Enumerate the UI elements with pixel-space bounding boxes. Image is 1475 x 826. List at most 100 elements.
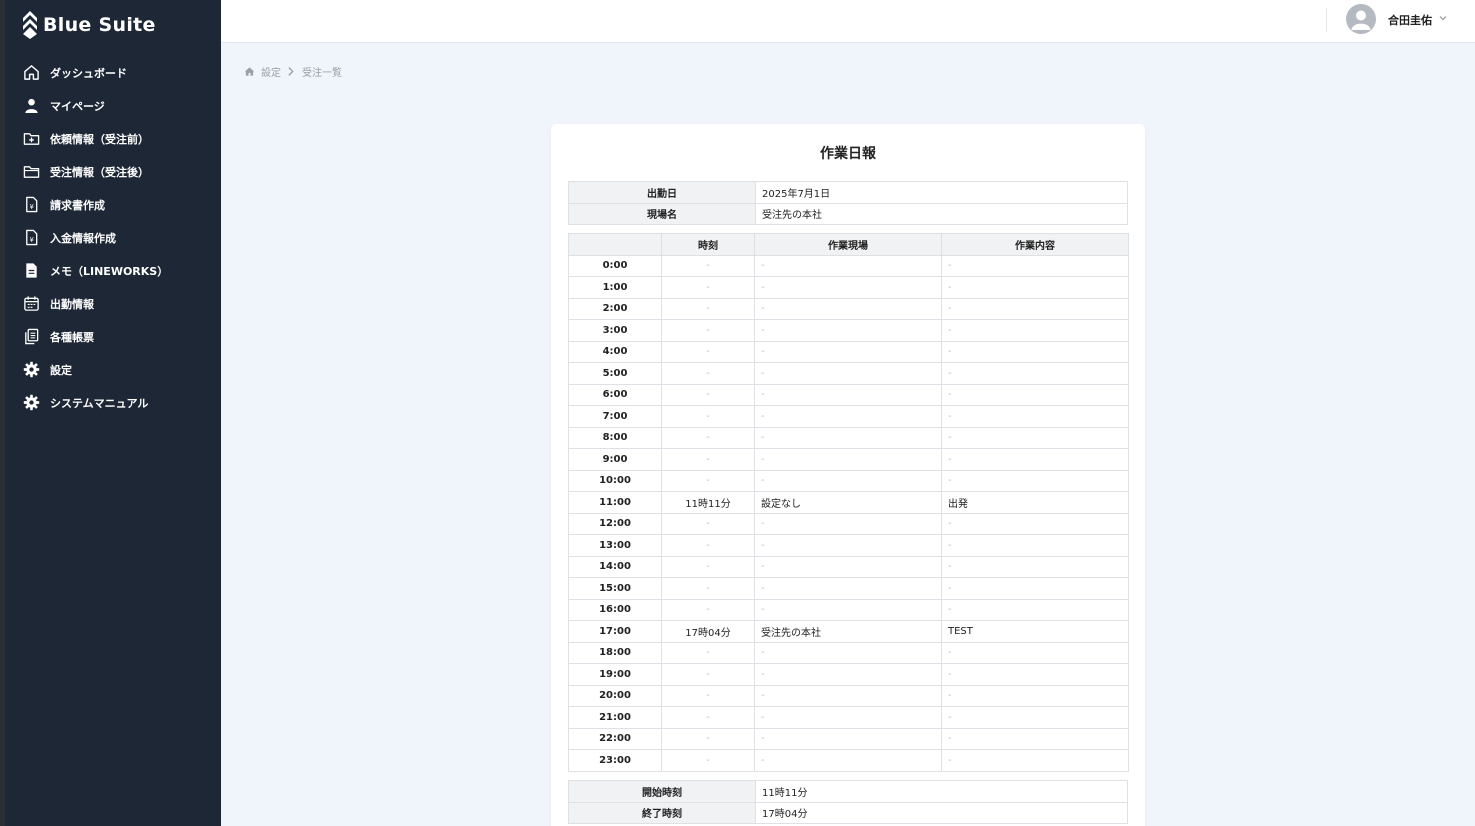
summary-table: 開始時刻 11時11分 終了時刻 17時04分 [568, 780, 1128, 824]
time-cell: - [661, 684, 755, 707]
time-cell: - [661, 254, 755, 277]
sidebar-item-forms[interactable]: 各種帳票 [5, 320, 221, 353]
table-row: 16:00- - - [568, 598, 1129, 621]
home-icon[interactable] [244, 66, 255, 77]
content-cell: - [941, 641, 1129, 664]
site-cell: - [754, 426, 942, 449]
breadcrumb-item-orders[interactable]: 受注一覧 [302, 64, 342, 79]
chevron-down-icon[interactable] [1438, 13, 1448, 23]
hourly-rows: 0:00- - -1:00- - -2:00- - -3:00- - -4:00- - -5:00-… [568, 254, 1129, 772]
sidebar-item-label: 各種帳票 [50, 330, 94, 344]
time-cell: 11時11分 [661, 491, 755, 514]
time-cell: - [661, 512, 755, 535]
site-cell: - [754, 383, 942, 406]
table-row: 0:00- - - [568, 254, 1129, 277]
hour-cell: 21:00 [568, 706, 662, 729]
time-cell: - [661, 383, 755, 406]
site-cell: - [754, 534, 942, 557]
table-row: 12:00- - - [568, 512, 1129, 535]
sidebar-item-manual[interactable]: システムマニュアル [5, 386, 221, 419]
user-avatar-icon [1351, 10, 1371, 30]
sidebar-item-memo[interactable]: メモ（LINEWORKS） [5, 254, 221, 287]
site-cell: - [754, 598, 942, 621]
home-icon [24, 65, 39, 80]
top-header: 合田圭佑 [221, 0, 1475, 43]
time-cell: - [661, 319, 755, 342]
table-row: 22:00- - - [568, 727, 1129, 750]
hour-cell: 19:00 [568, 663, 662, 686]
table-row: 7:00- - - [568, 405, 1129, 428]
content-cell: - [941, 684, 1129, 707]
table-row: 2:00- - - [568, 297, 1129, 320]
site-cell: - [754, 641, 942, 664]
sidebar-item-label: 設定 [50, 363, 72, 377]
sidebar-item-payment[interactable]: ¥ 入金情報作成 [5, 221, 221, 254]
sidebar-item-label: システムマニュアル [50, 396, 149, 410]
sidebar-item-label: 請求書作成 [50, 198, 105, 212]
table-row: 8:00- - - [568, 426, 1129, 449]
time-cell: - [661, 276, 755, 299]
sidebar-item-orders[interactable]: 受注情報（受注後） [5, 155, 221, 188]
table-row: 19:00- - - [568, 663, 1129, 686]
site-cell: - [754, 577, 942, 600]
table-row: 20:00- - - [568, 684, 1129, 707]
breadcrumb: 設定 受注一覧 [244, 64, 342, 79]
time-cell: - [661, 362, 755, 385]
column-header: 作業内容 [941, 233, 1129, 256]
sidebar-item-invoice[interactable]: ¥ 請求書作成 [5, 188, 221, 221]
content-cell: - [941, 469, 1129, 492]
document-icon [26, 263, 37, 278]
svg-text:¥: ¥ [30, 203, 34, 211]
content-cell: - [941, 383, 1129, 406]
table-row: 18:00- - - [568, 641, 1129, 664]
site-cell: - [754, 276, 942, 299]
content-cell: - [941, 555, 1129, 578]
time-cell: - [661, 340, 755, 363]
summary-label: 終了時刻 [568, 801, 756, 824]
hour-cell: 7:00 [568, 405, 662, 428]
site-cell: - [754, 749, 942, 772]
header-divider [1326, 8, 1327, 32]
hour-cell: 4:00 [568, 340, 662, 363]
time-cell: - [661, 727, 755, 750]
table-row: 終了時刻 17時04分 [568, 801, 1128, 824]
app-logo[interactable]: Blue Suite [22, 10, 156, 40]
hour-cell: 22:00 [568, 727, 662, 750]
sidebar-item-label: 依頼情報（受注前） [50, 132, 149, 146]
time-cell: - [661, 297, 755, 320]
time-cell: - [661, 448, 755, 471]
user-name[interactable]: 合田圭佑 [1388, 12, 1432, 28]
sidebar-item-dashboard[interactable]: ダッシュボード [5, 56, 221, 89]
sidebar-item-requests[interactable]: 依頼情報（受注前） [5, 122, 221, 155]
hour-cell: 5:00 [568, 362, 662, 385]
site-cell: - [754, 297, 942, 320]
content-cell: - [941, 706, 1129, 729]
time-cell: - [661, 469, 755, 492]
content-cell: - [941, 534, 1129, 557]
table-header-row: 時刻 作業現場 作業内容 [568, 233, 1129, 256]
invoice-icon: ¥ [26, 196, 38, 213]
info-label: 現場名 [568, 202, 756, 225]
site-cell: 設定なし [754, 491, 942, 514]
sidebar-item-settings[interactable]: 設定 [5, 353, 221, 386]
time-cell: - [661, 405, 755, 428]
hour-cell: 6:00 [568, 383, 662, 406]
table-row: 21:00- - - [568, 706, 1129, 729]
hour-cell: 18:00 [568, 641, 662, 664]
hour-cell: 20:00 [568, 684, 662, 707]
sidebar-item-attendance[interactable]: 出勤情報 [5, 287, 221, 320]
avatar[interactable] [1346, 4, 1376, 34]
site-cell: - [754, 319, 942, 342]
report-info-table: 出勤日 2025年7月1日 現場名 受注先の本社 [568, 181, 1128, 225]
sidebar: Blue Suite ダッシュボード マイページ 依頼情報（受注前） 受注情報（… [5, 0, 221, 826]
breadcrumb-item-settings[interactable]: 設定 [261, 64, 281, 79]
content-cell: TEST [941, 620, 1129, 643]
hour-cell: 16:00 [568, 598, 662, 621]
hour-cell: 12:00 [568, 512, 662, 535]
sidebar-item-mypage[interactable]: マイページ [5, 89, 221, 122]
gear-icon [23, 361, 40, 378]
hour-cell: 8:00 [568, 426, 662, 449]
hour-cell: 3:00 [568, 319, 662, 342]
content-cell: 出発 [941, 491, 1129, 514]
chevron-right-icon [288, 67, 294, 76]
